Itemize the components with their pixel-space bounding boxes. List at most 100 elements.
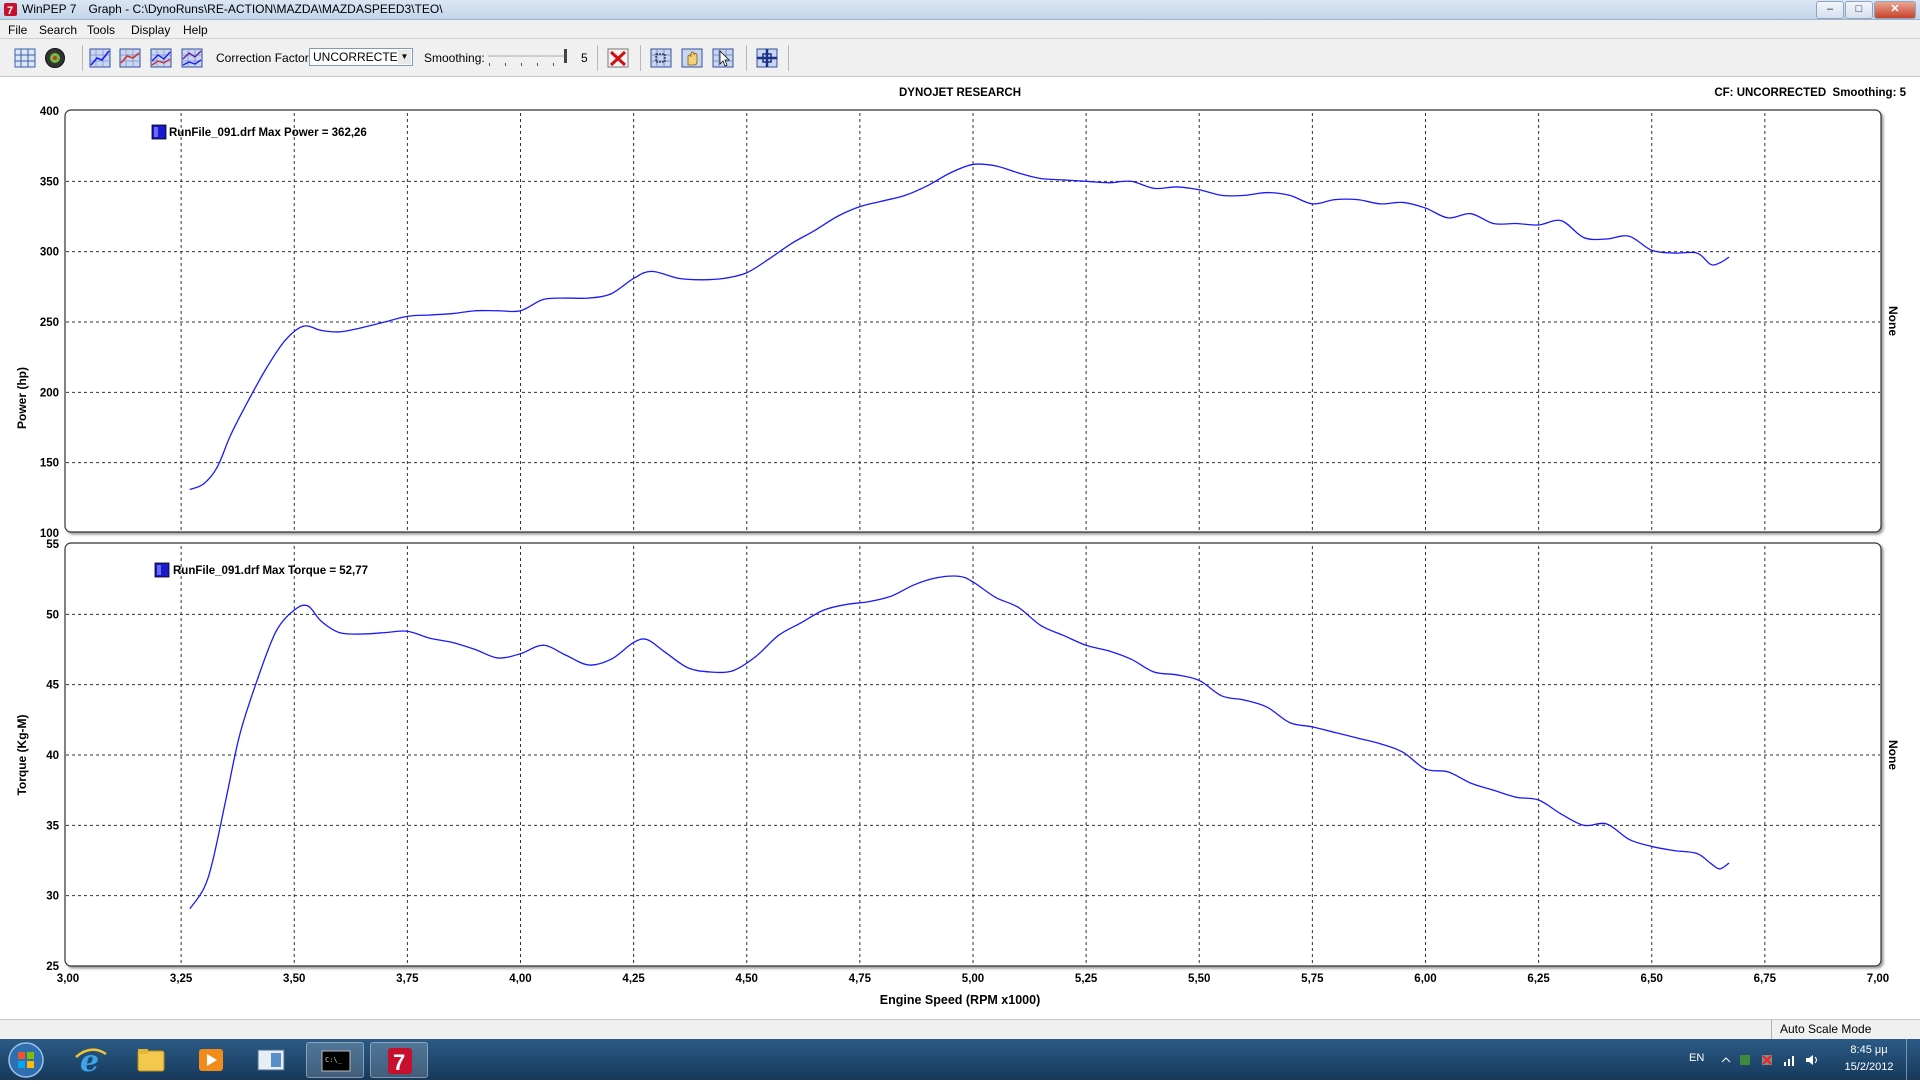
- power-data-point: [927, 184, 929, 187]
- torque-data-point: [1470, 782, 1472, 784]
- torque-data-point: [1311, 726, 1313, 728]
- taskbar-command-prompt[interactable]: C:\_: [306, 1042, 364, 1078]
- power-data-point: [814, 229, 816, 232]
- power-data-point: [429, 314, 431, 316]
- torque-data-point: [1153, 671, 1155, 673]
- power-data-point: [1538, 224, 1540, 226]
- torque-data-point: [1447, 771, 1449, 773]
- menu-help[interactable]: Help: [183, 23, 208, 37]
- torque-data-point: [868, 601, 870, 603]
- correction-factor-label: Correction Factor:: [216, 51, 313, 65]
- power-data-point: [1289, 194, 1291, 196]
- torque-data-point: [225, 796, 227, 798]
- power-data-point: [1728, 256, 1730, 258]
- window-app-icon: [257, 1049, 285, 1071]
- power-data-point: [266, 366, 268, 368]
- torque-data-point: [1243, 699, 1246, 701]
- maximize-button[interactable]: □: [1845, 1, 1873, 19]
- x-tick-label: 6,25: [1527, 973, 1550, 985]
- system-tray-icons[interactable]: [1718, 1051, 1828, 1069]
- taskbar-internet-explorer[interactable]: e: [62, 1042, 120, 1079]
- x-tick-label: 6,00: [1414, 973, 1436, 985]
- torque-y-ticks: 55 50 45 40 35 30 25: [46, 539, 59, 973]
- smoothing-slider[interactable]: [486, 48, 570, 70]
- power-ylabel: Power (hp): [15, 367, 29, 429]
- torque-data-point: [1628, 838, 1630, 841]
- torque-data-point: [1130, 658, 1132, 660]
- power-data-point: [1673, 252, 1675, 254]
- document-title: Graph - C:\DynoRuns\RE-ACTION\MAZDA\MAZD…: [88, 2, 443, 16]
- graph-3-icon[interactable]: [150, 47, 172, 69]
- folder-icon: [137, 1049, 165, 1072]
- power-data-point: [1447, 217, 1449, 219]
- grid-view-icon[interactable]: [14, 47, 36, 69]
- power-right-axis-label: None: [1886, 306, 1900, 336]
- torque-data-point: [995, 596, 997, 599]
- torque-data-point: [361, 633, 363, 635]
- power-data-point: [361, 327, 363, 329]
- x-tick-label: 4,25: [622, 973, 645, 985]
- power-data-point: [452, 312, 454, 315]
- dyno-chart[interactable]: DYNOJET RESEARCH CF: UNCORRECTED Smoothi…: [0, 78, 1920, 1018]
- taskbar-window[interactable]: [242, 1042, 300, 1078]
- menu-search[interactable]: Search: [39, 23, 77, 37]
- graph-1-icon[interactable]: [89, 47, 111, 69]
- taskbar-winpep[interactable]: 7: [370, 1042, 428, 1078]
- chevron-down-icon[interactable]: ▼: [398, 50, 411, 64]
- torque-data-point: [633, 641, 635, 644]
- language-indicator[interactable]: EN: [1689, 1052, 1704, 1064]
- x-tick-label: 4,50: [736, 973, 758, 985]
- taskbar-explorer[interactable]: [122, 1042, 180, 1078]
- correction-factor-select[interactable]: UNCORRECTED ▼: [309, 48, 413, 66]
- torque-data-point: [610, 658, 612, 660]
- torque-data-point: [913, 584, 915, 586]
- svg-text:7: 7: [393, 1050, 405, 1075]
- torque-data-point: [1402, 751, 1404, 753]
- torque-data-point: [429, 637, 431, 639]
- graph-4-icon[interactable]: [181, 47, 203, 69]
- power-data-point: [203, 483, 205, 485]
- menu-tools[interactable]: Tools: [87, 23, 115, 37]
- torque-data-point: [777, 634, 780, 637]
- torque-data-point: [1696, 852, 1698, 855]
- hand-pan-icon[interactable]: [681, 47, 703, 69]
- delete-run-icon[interactable]: [607, 47, 629, 69]
- clock-date[interactable]: 15/2/2012: [1836, 1061, 1902, 1073]
- show-desktop-button[interactable]: [1906, 1039, 1920, 1080]
- windows-taskbar: e C:\_ 7 EN 8:45 μμ 15/2/2012: [0, 1039, 1920, 1080]
- select-range-icon[interactable]: [712, 47, 734, 69]
- torque-y-tick-label: 55: [46, 539, 59, 551]
- torque-data-point: [755, 655, 757, 658]
- torque-data-point: [1560, 813, 1562, 815]
- power-data-point: [768, 258, 770, 260]
- torque-data-point: [203, 888, 205, 890]
- x-tick-label: 7,00: [1867, 973, 1889, 985]
- winpep-app-icon: 7: [4, 3, 17, 17]
- torque-legend-swatch-highlight: [157, 565, 161, 575]
- minimize-button[interactable]: –: [1816, 1, 1844, 19]
- torque-data-point: [1017, 606, 1019, 608]
- menu-display[interactable]: Display: [131, 23, 170, 37]
- menu-file[interactable]: File: [8, 23, 27, 37]
- torque-data-point: [732, 670, 734, 672]
- start-button-icon[interactable]: [6, 1041, 46, 1079]
- clock-time[interactable]: 8:45 μμ: [1836, 1044, 1902, 1056]
- power-data-point: [474, 310, 476, 312]
- torque-y-tick-label: 45: [46, 680, 59, 692]
- torque-data-point: [687, 667, 689, 669]
- graph-2-icon[interactable]: [119, 47, 141, 69]
- zoom-grid-icon[interactable]: [650, 47, 672, 69]
- dyno-wheel-icon[interactable]: [44, 47, 66, 69]
- power-data-point: [1709, 263, 1712, 265]
- x-tick-label: 6,50: [1641, 973, 1663, 985]
- torque-data-point: [307, 605, 309, 607]
- taskbar-media-player[interactable]: [182, 1042, 240, 1078]
- power-data-point: [995, 165, 997, 167]
- power-data-point: [678, 277, 680, 279]
- torque-y-tick-label: 25: [46, 961, 59, 973]
- crosshair-icon[interactable]: [756, 47, 778, 69]
- x-tick-label: 3,75: [396, 973, 419, 985]
- close-button[interactable]: ✕: [1874, 1, 1916, 19]
- torque-data-point: [497, 657, 499, 659]
- torque-right-axis-label: None: [1886, 740, 1900, 770]
